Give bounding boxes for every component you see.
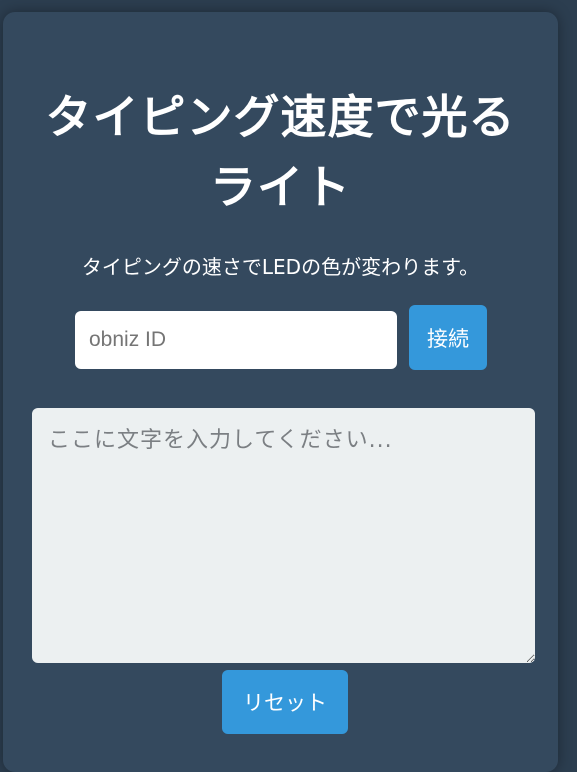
connect-button[interactable]: 接続 bbox=[409, 305, 487, 370]
page-title: タイピング速度で光る ライト bbox=[3, 82, 558, 222]
reset-button[interactable]: リセット bbox=[222, 670, 348, 734]
obniz-id-input[interactable] bbox=[75, 311, 397, 369]
page-title-line1: タイピング速度で光る bbox=[45, 90, 516, 144]
main-card: タイピング速度で光る ライト タイピングの速さでLEDの色が変わります。 接続 … bbox=[3, 12, 558, 772]
typing-textarea[interactable] bbox=[32, 408, 535, 663]
page-description: タイピングの速さでLEDの色が変わります。 bbox=[81, 255, 480, 279]
page-title-line2: ライト bbox=[210, 160, 351, 214]
